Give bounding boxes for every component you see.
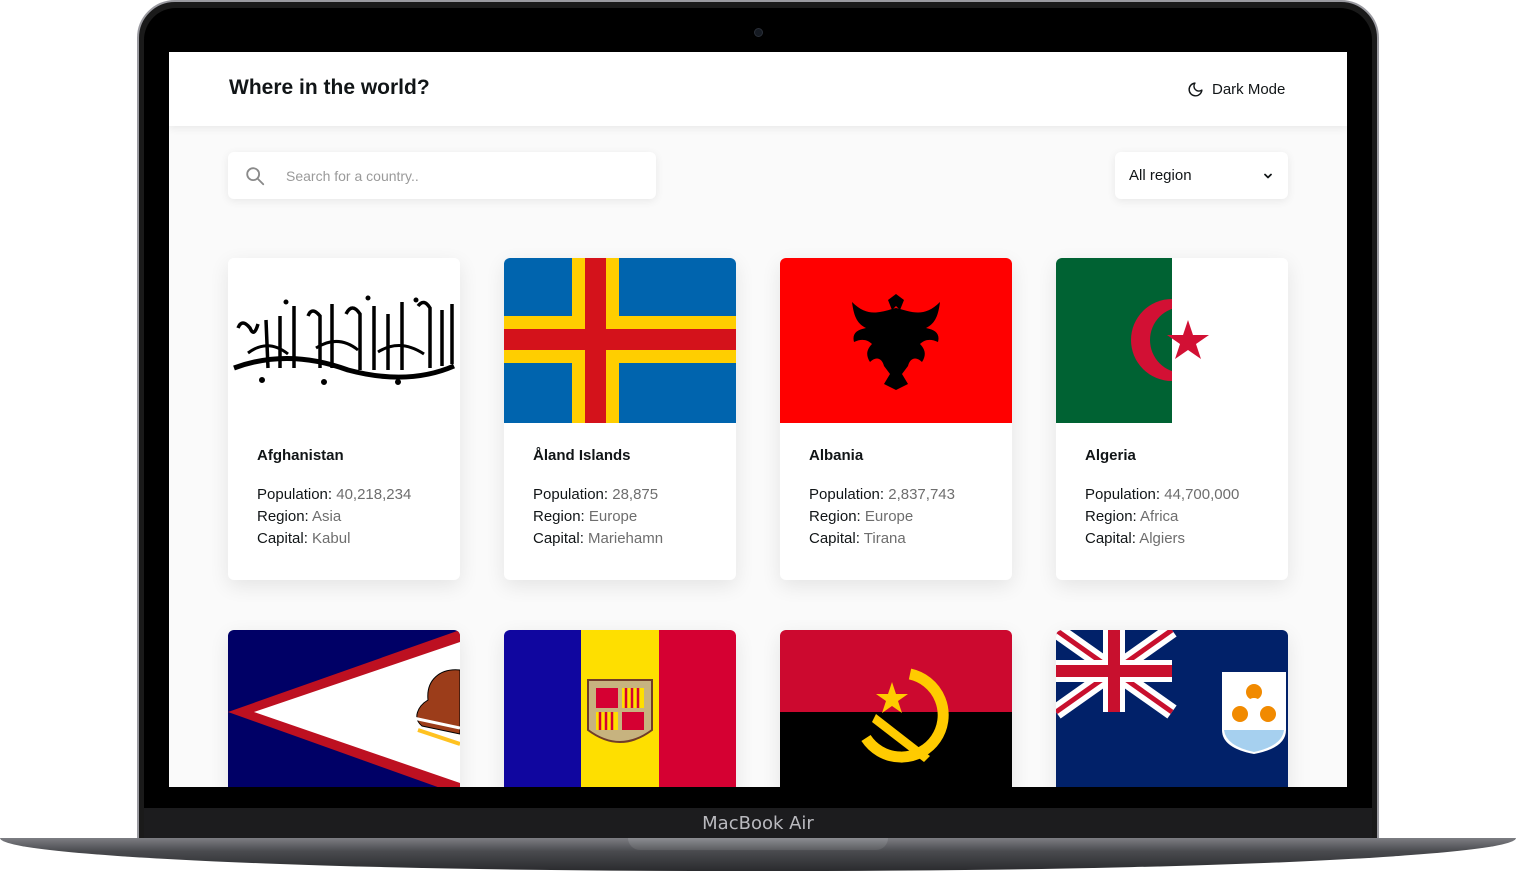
device-brand-label: MacBook Air <box>702 813 814 834</box>
country-name: Algeria <box>1085 447 1136 464</box>
app-screen: Where in the world? Dark Mode All region <box>169 52 1347 787</box>
capital-label: Capital: <box>533 530 584 547</box>
region-value: Europe <box>588 508 638 525</box>
search-icon <box>246 166 265 185</box>
population-label: Population: <box>1085 486 1161 503</box>
country-card-anguilla[interactable] <box>1056 630 1288 787</box>
capital-label: Capital: <box>809 530 860 547</box>
population-value: 2,837,743 <box>888 486 955 503</box>
flag-american-samoa <box>228 630 460 787</box>
region-value: Europe <box>864 508 914 525</box>
region-label: Region: <box>533 508 585 525</box>
flag-afghanistan <box>228 258 460 423</box>
country-card-american-samoa[interactable] <box>228 630 460 787</box>
capital-label: Capital: <box>1085 530 1136 547</box>
search-input[interactable] <box>286 167 626 184</box>
region-filter-value: All region <box>1129 167 1192 184</box>
population-value: 40,218,234 <box>336 486 412 503</box>
population-label: Population: <box>809 486 885 503</box>
region-filter-select[interactable]: All region <box>1115 152 1288 199</box>
moon-icon <box>1188 81 1203 96</box>
flag-angola <box>780 630 1012 787</box>
country-card-algeria[interactable]: Algeria Population: 44,700,000 Region: A… <box>1056 258 1288 580</box>
flag-aland-islands <box>504 258 736 423</box>
population-value: 44,700,000 <box>1164 486 1240 503</box>
app-header: Where in the world? Dark Mode <box>169 52 1347 126</box>
flag-andorra <box>504 630 736 787</box>
capital-value: Kabul <box>312 530 351 547</box>
country-card-andorra[interactable] <box>504 630 736 787</box>
country-card-albania[interactable]: Albania Population: 2,837,743 Region: Eu… <box>780 258 1012 580</box>
region-label: Region: <box>257 508 309 525</box>
population-label: Population: <box>257 486 333 503</box>
country-name: Åland Islands <box>533 447 631 464</box>
dark-mode-toggle[interactable]: Dark Mode <box>1187 78 1285 100</box>
population-value: 28,875 <box>612 486 659 503</box>
capital-value: Algiers <box>1139 530 1186 547</box>
search-box[interactable] <box>228 152 656 199</box>
flag-algeria <box>1056 258 1288 423</box>
dark-mode-label: Dark Mode <box>1212 80 1286 98</box>
laptop-notch <box>628 838 888 850</box>
region-value: Asia <box>312 508 342 525</box>
region-value: Africa <box>1140 508 1179 525</box>
camera <box>754 28 763 37</box>
country-card-afghanistan[interactable]: Afghanistan Population: 40,218,234 Regio… <box>228 258 460 580</box>
region-label: Region: <box>809 508 861 525</box>
capital-value: Tirana <box>863 530 906 547</box>
flag-anguilla <box>1056 630 1288 787</box>
capital-value: Mariehamn <box>588 530 664 547</box>
country-name: Albania <box>809 447 864 464</box>
flag-albania <box>780 258 1012 423</box>
country-card-angola[interactable] <box>780 630 1012 787</box>
capital-label: Capital: <box>257 530 308 547</box>
country-name: Afghanistan <box>257 447 344 464</box>
region-label: Region: <box>1085 508 1137 525</box>
population-label: Population: <box>533 486 609 503</box>
chevron-down-icon <box>1264 173 1272 178</box>
app-title: Where in the world? <box>229 76 430 99</box>
country-card-aland-islands[interactable]: Åland Islands Population: 28,875 Region:… <box>504 258 736 580</box>
